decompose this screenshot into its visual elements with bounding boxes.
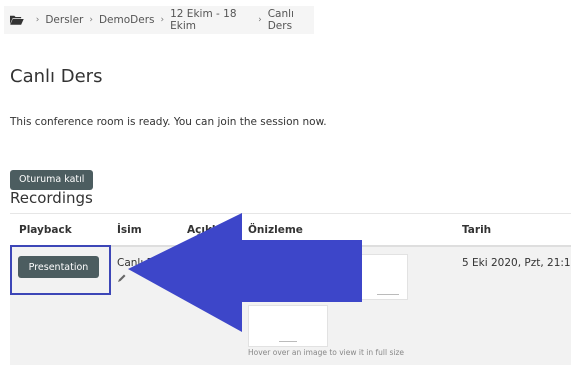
column-header-name: İsim xyxy=(117,224,142,236)
recordings-title: Recordings xyxy=(10,189,93,207)
breadcrumb-item-week[interactable]: 12 Ekim - 18 Ekim xyxy=(170,8,252,32)
recording-name: Canlı D xyxy=(117,257,155,269)
chevron-right-icon: › xyxy=(89,15,93,25)
folder-open-icon[interactable] xyxy=(10,14,24,26)
column-header-description: Açıkla xyxy=(187,224,223,236)
highlight-box xyxy=(10,245,111,295)
breadcrumb: › Dersler › DemoDers › 12 Ekim - 18 Ekim… xyxy=(4,6,314,34)
chevron-right-icon: › xyxy=(258,15,262,25)
pencil-icon[interactable] xyxy=(117,273,127,283)
recording-date: 5 Eki 2020, Pzt, 21:10 + xyxy=(462,257,571,269)
page-title: Canlı Ders xyxy=(10,66,103,87)
preview-thumbnail[interactable] xyxy=(248,305,328,347)
column-header-date: Tarih xyxy=(462,224,492,236)
preview-hint: Hover over an image to view it in full s… xyxy=(248,348,405,357)
breadcrumb-item-current[interactable]: Canlı Ders xyxy=(268,8,314,32)
breadcrumb-item-demoders[interactable]: DemoDers xyxy=(99,14,155,26)
conference-status-text: This conference room is ready. You can j… xyxy=(10,116,327,128)
chevron-right-icon: › xyxy=(35,15,40,25)
column-header-playback: Playback xyxy=(19,224,72,236)
chevron-right-icon: › xyxy=(160,15,165,25)
join-session-button[interactable]: Oturuma katıl xyxy=(10,170,94,190)
column-header-preview: Önizleme xyxy=(248,224,303,236)
preview-thumbnail[interactable] xyxy=(328,254,408,300)
breadcrumb-item-dersler[interactable]: Dersler xyxy=(45,14,83,26)
table-header: Playback İsim Açıkla Önizleme Tarih xyxy=(10,213,571,247)
